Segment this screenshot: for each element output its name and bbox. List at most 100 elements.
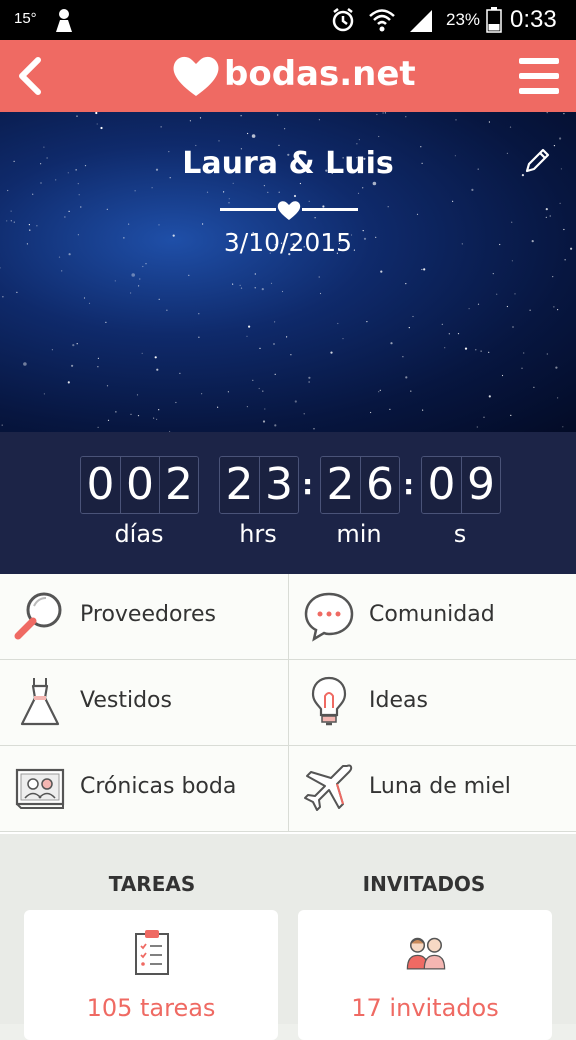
star	[240, 115, 242, 117]
star	[545, 216, 547, 218]
star	[378, 135, 380, 138]
star	[248, 325, 251, 328]
digit: 0	[81, 457, 120, 513]
countdown-minutes: 2 6	[320, 456, 400, 514]
star	[77, 183, 79, 185]
star	[76, 115, 78, 117]
photo-album-icon	[15, 768, 65, 809]
star	[549, 215, 551, 217]
star	[158, 298, 160, 300]
star	[514, 293, 516, 295]
star	[32, 193, 34, 195]
star	[390, 342, 393, 345]
guests-card[interactable]: 17 invitados	[298, 910, 552, 1040]
star	[342, 338, 344, 340]
menu-item-label: Crónicas boda	[80, 774, 237, 799]
star	[506, 305, 508, 308]
battery-percent: 23%	[446, 10, 481, 29]
star	[151, 187, 153, 189]
menu-item-ideas[interactable]: Ideas	[288, 660, 576, 746]
star	[281, 290, 284, 293]
star	[274, 424, 277, 427]
star	[128, 223, 130, 225]
digit: 2	[321, 457, 360, 513]
star	[97, 357, 99, 359]
star	[444, 347, 446, 349]
star	[153, 417, 155, 419]
star	[95, 112, 98, 115]
star	[136, 394, 139, 396]
star	[441, 323, 443, 325]
back-icon[interactable]	[12, 52, 52, 100]
digit: 2	[220, 457, 259, 513]
star	[97, 366, 99, 368]
star	[405, 376, 408, 379]
star	[330, 351, 333, 354]
tasks-card[interactable]: 105 tareas	[24, 910, 278, 1040]
star	[254, 287, 256, 289]
tasks-count: 105 tareas	[86, 994, 216, 1022]
star	[378, 391, 380, 393]
menu-item-vestidos[interactable]: Vestidos	[0, 660, 288, 746]
star	[303, 413, 305, 415]
star	[246, 406, 248, 408]
star	[72, 344, 75, 347]
star	[471, 188, 474, 191]
star	[13, 221, 15, 223]
star	[16, 291, 18, 293]
star	[362, 187, 364, 189]
guests-title: INVITADOS	[362, 872, 486, 896]
star	[496, 293, 498, 295]
star	[40, 182, 42, 184]
menu-item-label: Comunidad	[369, 602, 495, 627]
star	[201, 393, 203, 395]
hours-label: hrs	[239, 520, 277, 548]
star	[523, 352, 525, 354]
star	[156, 368, 159, 371]
star	[318, 119, 320, 121]
star	[529, 309, 531, 311]
star	[455, 119, 457, 121]
temperature: 15°	[14, 10, 37, 27]
star	[142, 265, 144, 268]
star	[290, 354, 292, 356]
logo[interactable]: bodas.net	[170, 50, 420, 102]
star	[252, 379, 254, 381]
star	[408, 327, 410, 329]
star	[488, 395, 491, 398]
chat-bubble-icon	[304, 592, 354, 642]
star	[240, 287, 243, 289]
guests-count: 17 invitados	[351, 994, 499, 1022]
star	[78, 194, 80, 196]
star	[477, 303, 480, 305]
star	[262, 390, 264, 392]
menu-item-comunidad[interactable]: Comunidad	[288, 574, 576, 660]
menu-item-luna-de-miel[interactable]: Luna de miel	[288, 746, 576, 832]
menu-item-proveedores[interactable]: Proveedores	[0, 574, 288, 660]
star	[405, 283, 407, 285]
star	[376, 113, 378, 116]
magnifier-icon	[14, 592, 62, 640]
star	[480, 350, 482, 352]
star	[106, 385, 109, 387]
star	[492, 273, 494, 275]
countdown: 0 0 2 2 3 : 2 6 : 0 9 días hrs min s	[0, 432, 576, 574]
star	[468, 308, 470, 310]
heart-logo-icon	[173, 56, 219, 96]
edit-pencil-icon[interactable]	[522, 144, 554, 176]
star	[553, 306, 555, 308]
star	[557, 397, 559, 399]
alarm-icon	[332, 8, 354, 32]
star	[423, 268, 426, 271]
wedding-date: 3/10/2015	[223, 228, 353, 257]
star	[313, 428, 315, 430]
hero-banner: Laura & Luis 3/10/2015	[0, 112, 576, 432]
menu-item-cronicas[interactable]: Crónicas boda	[0, 746, 288, 832]
star	[319, 292, 322, 295]
menu-icon[interactable]	[516, 54, 562, 98]
star	[509, 126, 512, 128]
star	[357, 192, 360, 194]
star	[422, 409, 424, 411]
star	[2, 296, 4, 298]
separator: :	[302, 468, 314, 501]
